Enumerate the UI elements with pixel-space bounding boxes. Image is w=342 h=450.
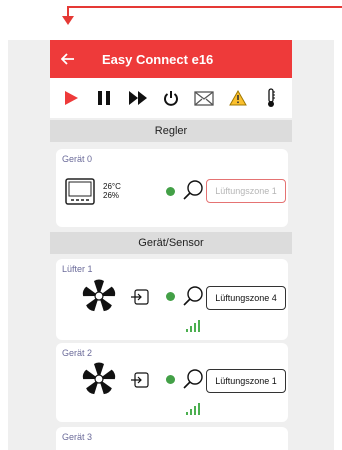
search-icon[interactable]	[182, 368, 204, 390]
section-header-devices: Gerät/Sensor	[50, 232, 292, 254]
thermometer-button[interactable]	[259, 86, 283, 110]
pause-icon	[98, 91, 111, 105]
status-indicator	[166, 375, 175, 384]
warning-button[interactable]	[226, 86, 250, 110]
device-title: Gerät 0	[62, 154, 93, 164]
fast-forward-button[interactable]	[126, 86, 150, 110]
signal-icon	[186, 320, 200, 332]
app-bar: Easy Connect e16	[50, 40, 292, 78]
humidity-value: 26%	[103, 191, 120, 200]
zone-select[interactable]: Lüftungszone 1	[206, 179, 286, 203]
pause-button[interactable]	[92, 86, 116, 110]
zone-select[interactable]: Lüftungszone 1	[206, 369, 286, 393]
temperature-value: 26°C	[103, 182, 121, 191]
mail-icon	[194, 90, 215, 106]
device-card[interactable]: Lüfter 1 Lüftungszone 4	[56, 259, 288, 340]
device-card[interactable]: Gerät 2 Lüftungszone 1	[56, 343, 288, 422]
toolbar	[50, 78, 292, 118]
power-icon	[163, 91, 178, 106]
app-title: Easy Connect e16	[102, 51, 214, 67]
status-indicator	[166, 187, 175, 196]
fan-icon	[82, 362, 116, 395]
device-card[interactable]: Gerät 3	[56, 427, 288, 450]
search-icon[interactable]	[182, 179, 204, 201]
power-button[interactable]	[159, 86, 183, 110]
annotation-arrow-head-icon	[62, 16, 74, 25]
controller-device-icon	[65, 178, 95, 205]
arrow-left-icon	[60, 52, 74, 65]
device-title: Lüfter 1	[62, 264, 93, 274]
fan-icon	[82, 279, 116, 312]
search-icon[interactable]	[182, 285, 204, 307]
annotation-arrow-line	[67, 6, 342, 8]
fast-forward-icon	[128, 91, 147, 105]
device-title: Gerät 3	[62, 432, 93, 442]
warning-icon	[228, 90, 247, 106]
play-icon	[64, 91, 78, 105]
device-title: Gerät 2	[62, 348, 93, 358]
status-indicator	[166, 292, 175, 301]
app-screen: Easy Connect e16 Regler Gerät 0 26°C 26%…	[8, 40, 334, 450]
mail-button[interactable]	[192, 86, 216, 110]
thermometer-icon	[268, 88, 276, 107]
signal-icon	[186, 403, 200, 415]
zone-select[interactable]: Lüftungszone 4	[206, 286, 286, 310]
back-button[interactable]	[56, 49, 80, 70]
controller-card[interactable]: Gerät 0 26°C 26% Lüftungszone 1	[56, 149, 288, 227]
login-icon[interactable]	[130, 372, 150, 388]
section-header-controller: Regler	[50, 120, 292, 142]
login-icon[interactable]	[130, 289, 150, 305]
play-button[interactable]	[59, 86, 83, 110]
